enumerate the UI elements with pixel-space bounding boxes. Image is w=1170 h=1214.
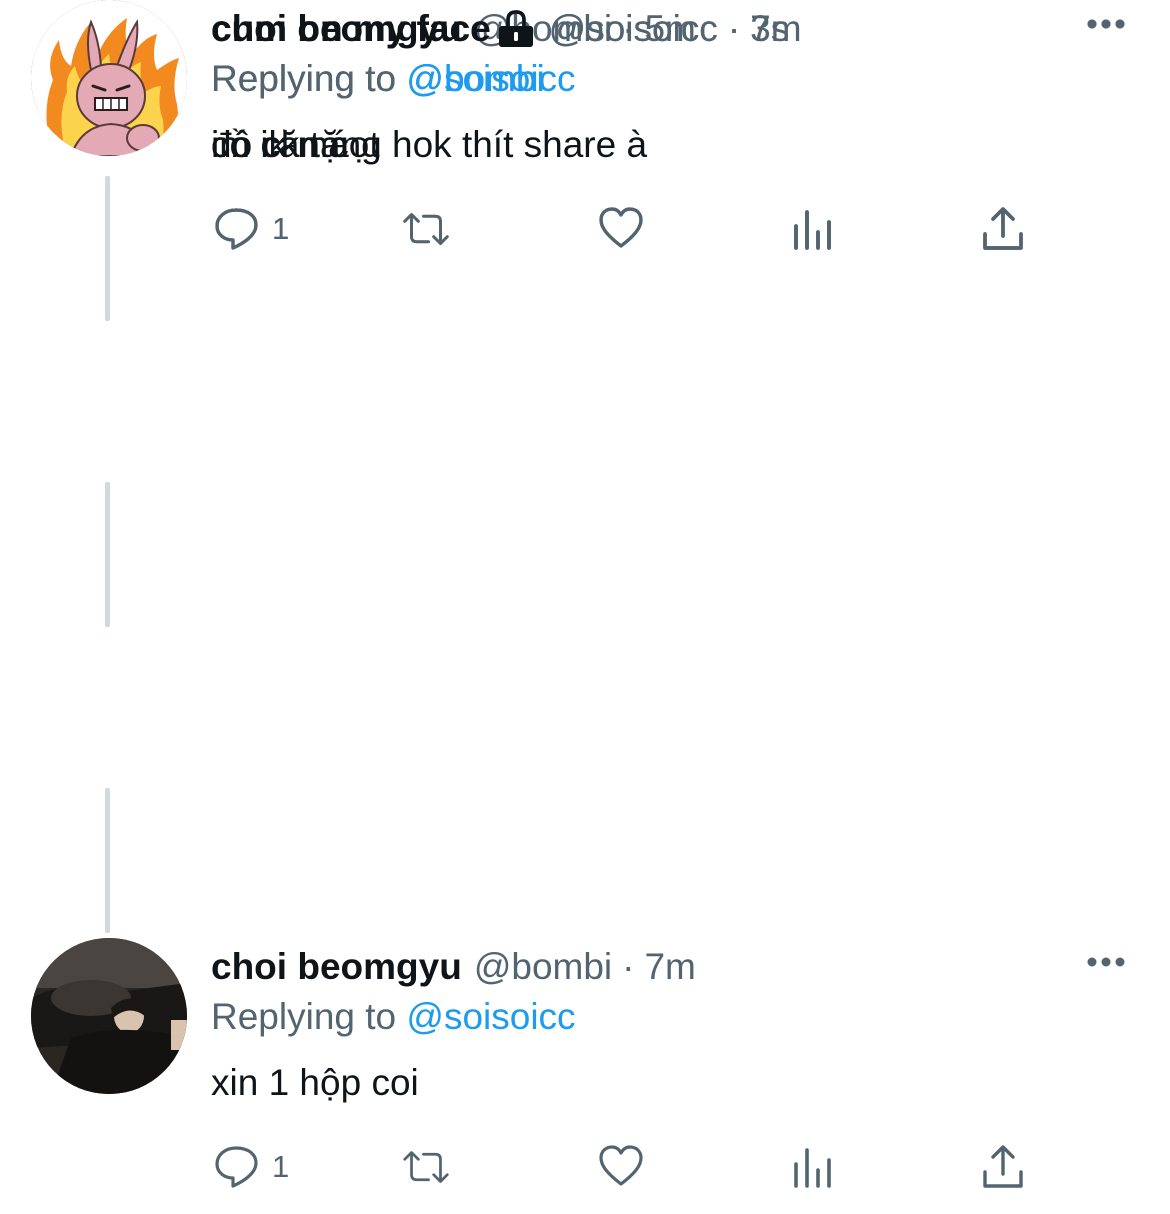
mention-link[interactable]: @bombi <box>406 58 544 99</box>
tweet-header: choi beomgyu @bombi · 7m <box>211 944 696 990</box>
reply-icon <box>215 1146 258 1188</box>
analytics-icon <box>794 1148 831 1188</box>
replying-to-label: Replying to <box>211 58 397 99</box>
like-button[interactable] <box>598 1142 644 1192</box>
timestamp[interactable]: 3s <box>750 6 789 52</box>
avatar-photo[interactable] <box>31 938 187 1094</box>
tweet-text: im ik má <box>211 124 349 165</box>
replying-to-label: Replying to <box>211 996 397 1037</box>
share-button[interactable] <box>980 204 1026 254</box>
retweet-icon <box>403 213 449 245</box>
reply-button[interactable] <box>214 204 260 254</box>
analytics-icon <box>794 210 831 250</box>
more-icon[interactable] <box>1086 18 1126 30</box>
reply-thread: choi beomgyu @bombi · 7m Replying to @so… <box>0 0 1170 1214</box>
share-icon <box>983 1145 1023 1188</box>
replying-to: Replying to @bombi <box>211 56 545 102</box>
display-name[interactable]: choi beomgyu <box>211 944 462 990</box>
separator-dot: · <box>727 8 741 49</box>
tweet[interactable]: cum on my face @soisoicc · 3s Replying t… <box>0 0 1170 306</box>
thread-connector <box>105 788 110 933</box>
more-icon[interactable] <box>1086 956 1126 968</box>
retweet-button[interactable] <box>403 204 449 254</box>
replying-to: Replying to @soisoicc <box>211 994 576 1040</box>
timestamp[interactable]: 7m <box>644 944 695 990</box>
heart-icon <box>599 1145 643 1186</box>
retweet-button[interactable] <box>403 1142 449 1192</box>
analytics-button[interactable] <box>790 204 836 254</box>
thread-connector <box>105 482 110 627</box>
heart-icon <box>599 207 643 248</box>
separator-dot: · <box>622 946 635 987</box>
mention-link[interactable]: @soisoicc <box>406 996 575 1037</box>
display-name[interactable]: cum on my face <box>211 6 491 52</box>
tweet-text: xin 1 hộp coi <box>211 1062 419 1103</box>
analytics-button[interactable] <box>790 1142 836 1192</box>
like-button[interactable] <box>598 204 644 254</box>
lock-icon <box>498 10 533 47</box>
tweet[interactable]: choi beomgyu @bombi · 7m Replying to @so… <box>0 938 1170 1214</box>
avatar-bunny[interactable] <box>31 0 187 156</box>
retweet-icon <box>403 1151 449 1183</box>
tweet-header: cum on my face @soisoicc · 3s <box>211 6 789 52</box>
share-button[interactable] <box>980 1142 1026 1192</box>
share-icon <box>983 207 1023 250</box>
user-handle[interactable]: @soisoicc <box>549 6 718 52</box>
user-handle[interactable]: @bombi <box>474 944 612 990</box>
reply-count: 1 <box>272 1149 290 1184</box>
reply-button[interactable]: 1 <box>214 1142 289 1192</box>
reply-icon <box>215 208 258 250</box>
